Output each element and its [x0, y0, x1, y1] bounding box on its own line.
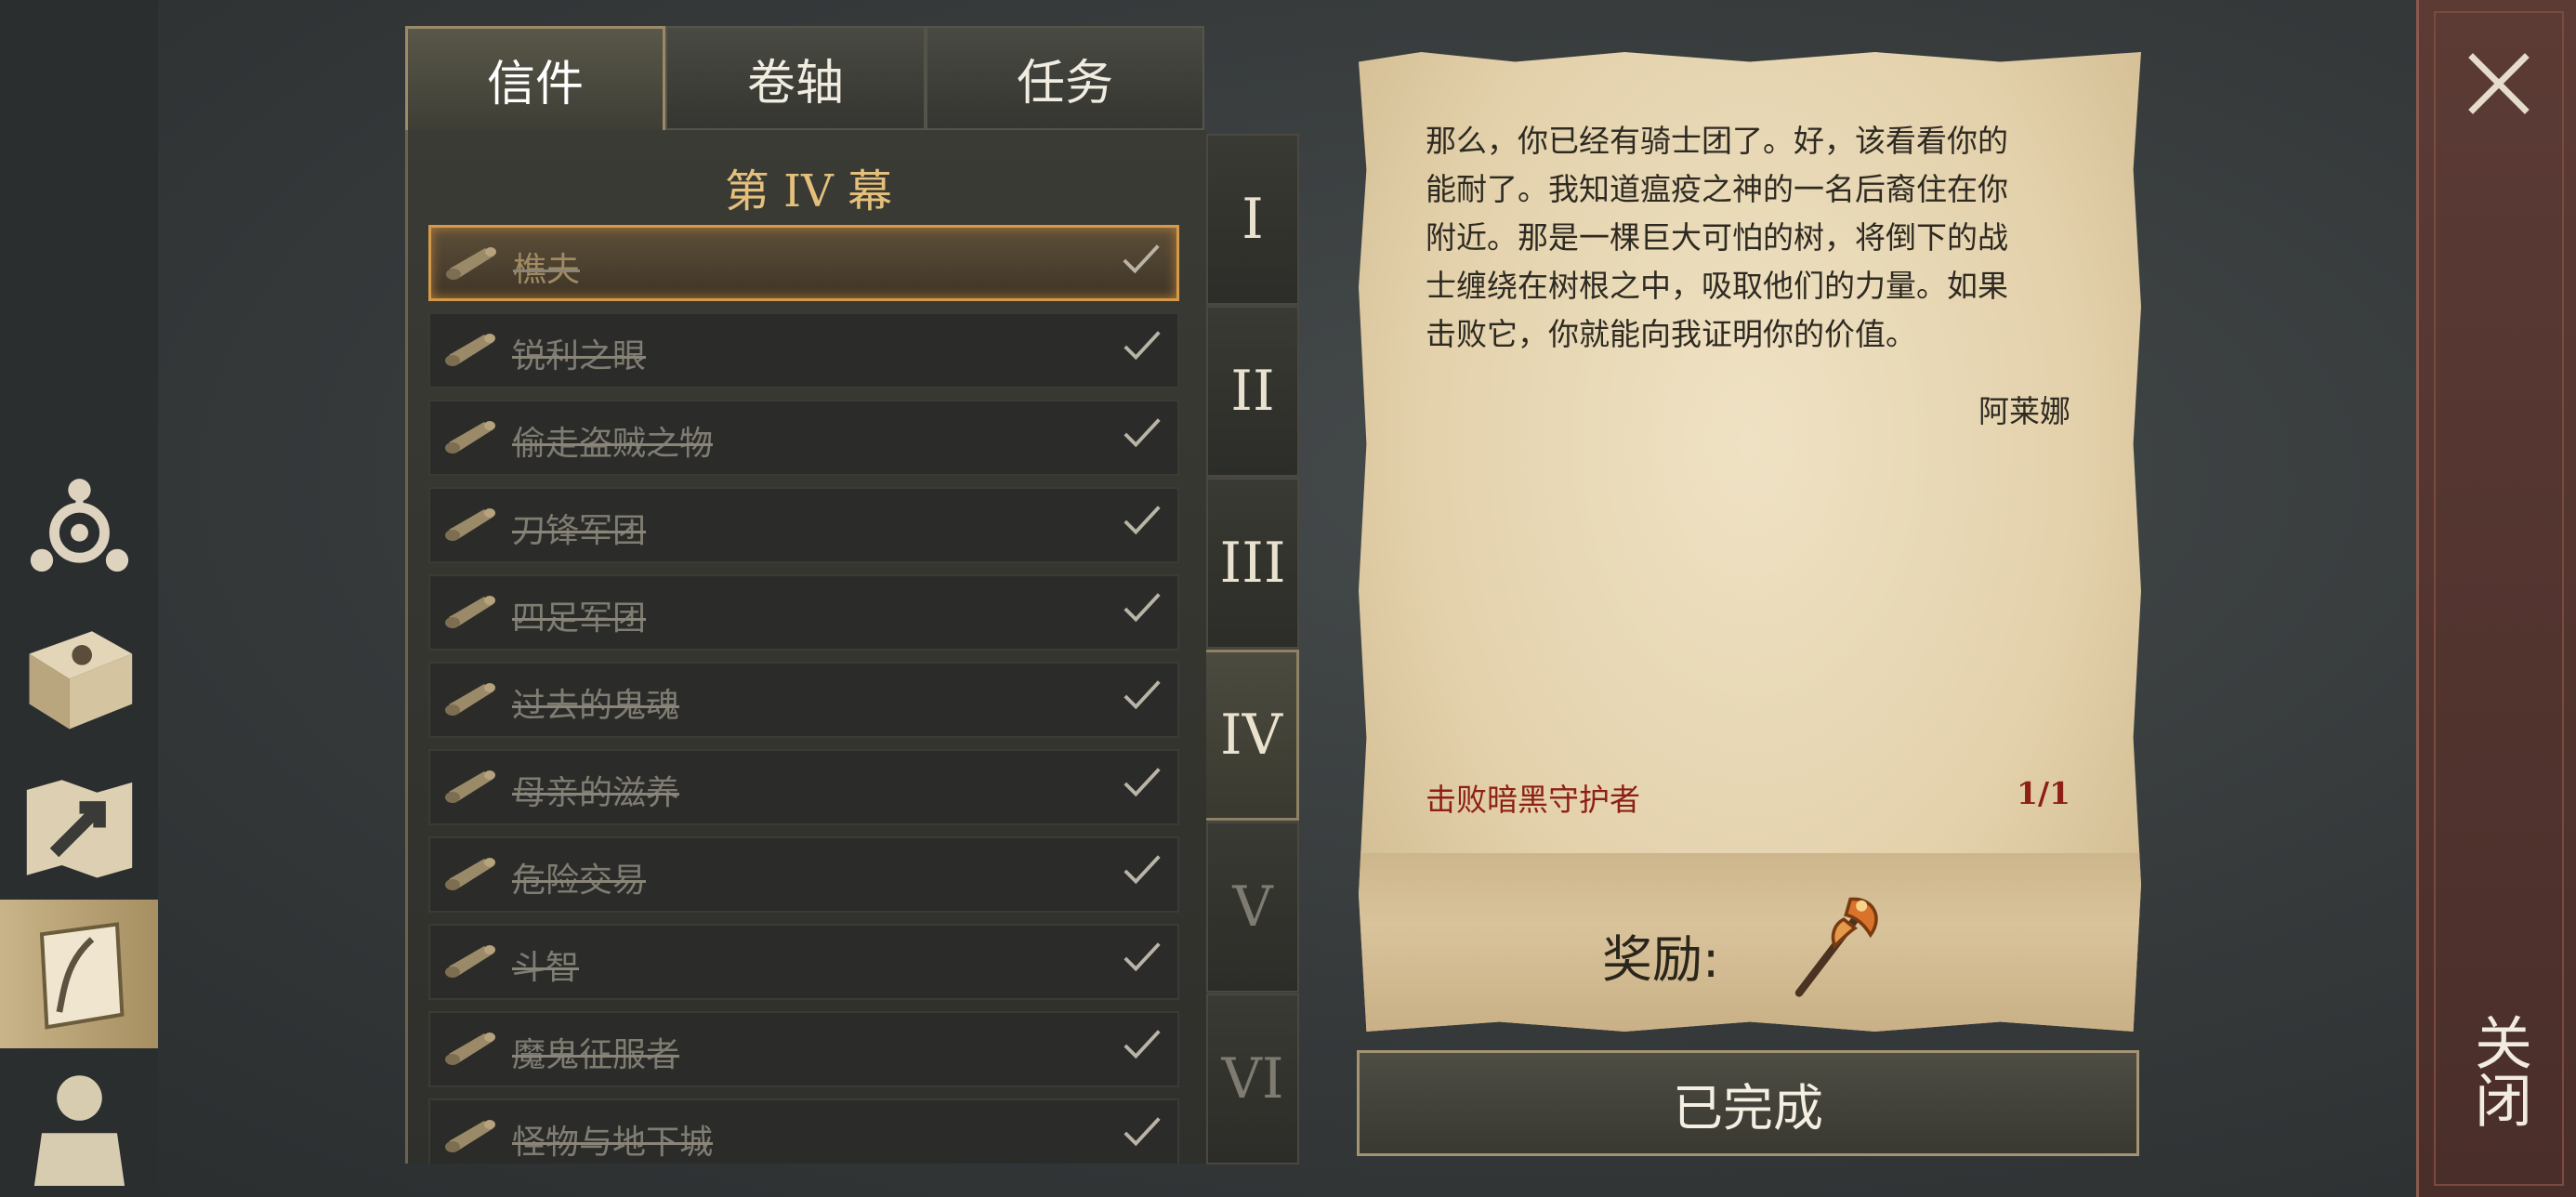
checkmark-icon: [1120, 1022, 1164, 1067]
act-tab[interactable]: VI: [1206, 993, 1299, 1164]
scroll-icon: [443, 327, 499, 374]
scroll-icon: [443, 502, 499, 548]
quest-row[interactable]: 怪物与地下城: [428, 1098, 1179, 1164]
quest-row[interactable]: 刀锋军团: [428, 487, 1179, 563]
checkmark-icon: [1120, 935, 1164, 980]
checkmark-icon: [1119, 237, 1163, 282]
quest-label: 四足军团: [512, 599, 647, 638]
letter-line: 士缠绕在树根之中，吸取他们的力量。如果: [1426, 268, 2008, 304]
quest-label: 锐利之眼: [512, 337, 647, 375]
map-icon: [26, 779, 132, 877]
close-panel-frame: [2434, 11, 2564, 1186]
quest-list-panel: 第 IV 幕 樵夫锐利之眼偷走盗贼之物 刀锋军团四足军团过去的鬼魂母亲的滋养危险交…: [405, 130, 1206, 1164]
quest-row[interactable]: 四足军团: [428, 574, 1179, 651]
letter-signature: 阿莱娜: [1978, 393, 2070, 429]
completed-button[interactable]: 已完成: [1357, 1050, 2139, 1156]
scroll-icon: [444, 241, 500, 287]
letter-line: 那么，你已经有骑士团了。好，该看看你的: [1426, 123, 2008, 159]
scroll-icon: [443, 1113, 499, 1160]
checkmark-icon: [1120, 585, 1164, 630]
left-nav: [0, 0, 158, 1197]
scroll-icon: [443, 589, 499, 636]
act-tab[interactable]: IV: [1206, 650, 1299, 821]
nav-map-button[interactable]: [0, 753, 158, 901]
tab-label: 卷轴: [746, 55, 844, 112]
quest-row[interactable]: 斗智: [428, 924, 1179, 1000]
sun-book-icon: [29, 630, 132, 729]
act-title: 第 IV 幕: [724, 165, 893, 217]
quest-row[interactable]: 樵夫: [428, 225, 1179, 301]
scroll-icon: [443, 677, 499, 723]
letter-line: 附近。那是一棵巨大可怕的树，将倒下的战: [1426, 219, 2008, 256]
nav-guild-button[interactable]: [0, 455, 158, 604]
quest-row[interactable]: 过去的鬼魂: [428, 662, 1179, 738]
tab-letters[interactable]: 信件: [405, 26, 665, 130]
checkmark-icon: [1120, 1110, 1164, 1154]
checkmark-icon: [1120, 411, 1164, 455]
quest-label: 樵夫: [513, 251, 581, 289]
quest-label: 过去的鬼魂: [512, 687, 680, 725]
act-tab[interactable]: V: [1206, 822, 1299, 993]
act-tab[interactable]: II: [1206, 306, 1299, 477]
letter-body: 那么，你已经有骑士团了。好，该看看你的 能耐了。我知道瘟疫之神的一名后裔住在你 附近…: [1426, 117, 2076, 359]
objective-count: 1/1: [2017, 775, 2070, 811]
reward-label: 奖励:: [1602, 930, 1720, 989]
tab-scrolls[interactable]: 卷轴: [665, 26, 926, 130]
letter-line: 击败它，你就能向我证明你的价值。: [1426, 316, 1916, 352]
act-tab[interactable]: III: [1206, 478, 1299, 649]
quest-row[interactable]: 锐利之眼: [428, 312, 1179, 388]
nav-tome-button[interactable]: [0, 604, 158, 753]
scroll-icon: [443, 939, 499, 985]
quest-label: 魔鬼征服者: [512, 1036, 680, 1074]
quest-row[interactable]: 危险交易: [428, 836, 1179, 913]
nav-hero-button[interactable]: [0, 1048, 158, 1197]
axe-icon[interactable]: [1777, 890, 1888, 1002]
tab-label: 任务: [1016, 55, 1113, 112]
letter-parchment: 那么，你已经有骑士团了。好，该看看你的 能耐了。我知道瘟疫之神的一名后裔住在你 附近…: [1359, 52, 2141, 1032]
tab-quests[interactable]: 任务: [926, 26, 1204, 130]
close-label[interactable]: 关闭: [2456, 1013, 2540, 1128]
scroll-icon: [443, 1026, 499, 1072]
scroll-icon: [443, 764, 499, 810]
tab-label: 信件: [486, 57, 584, 112]
quest-label: 危险交易: [512, 862, 647, 900]
act-tab[interactable]: I: [1206, 134, 1299, 305]
scroll-icon: [443, 851, 499, 898]
checkmark-icon: [1120, 498, 1164, 543]
checkmark-icon: [1120, 323, 1164, 368]
triskelion-icon: [30, 478, 128, 572]
checkmark-icon: [1120, 760, 1164, 805]
quest-row[interactable]: 偷走盗贼之物: [428, 400, 1179, 476]
objective-text: 击败暗黑守护者: [1426, 782, 1640, 818]
checkmark-icon: [1120, 673, 1164, 717]
quest-label: 怪物与地下城: [512, 1124, 714, 1162]
quest-label: 刀锋军团: [512, 512, 647, 550]
checkmark-icon: [1120, 848, 1164, 892]
quest-row[interactable]: 母亲的滋养: [428, 749, 1179, 825]
close-panel[interactable]: 关闭: [2416, 0, 2576, 1197]
scroll-quill-icon: [39, 921, 125, 1030]
hero-icon: [33, 1074, 125, 1186]
close-icon[interactable]: [2464, 48, 2534, 119]
quest-label: 斗智: [512, 949, 580, 987]
scroll-icon: [443, 414, 499, 461]
quest-label: 母亲的滋养: [512, 774, 680, 812]
quest-row[interactable]: 魔鬼征服者: [428, 1011, 1179, 1087]
letter-line: 能耐了。我知道瘟疫之神的一名后裔住在你: [1426, 171, 2008, 207]
reward-band: 奖励:: [1359, 853, 2141, 1032]
nav-letters-button[interactable]: [0, 900, 158, 1048]
quest-label: 偷走盗贼之物: [512, 425, 714, 463]
